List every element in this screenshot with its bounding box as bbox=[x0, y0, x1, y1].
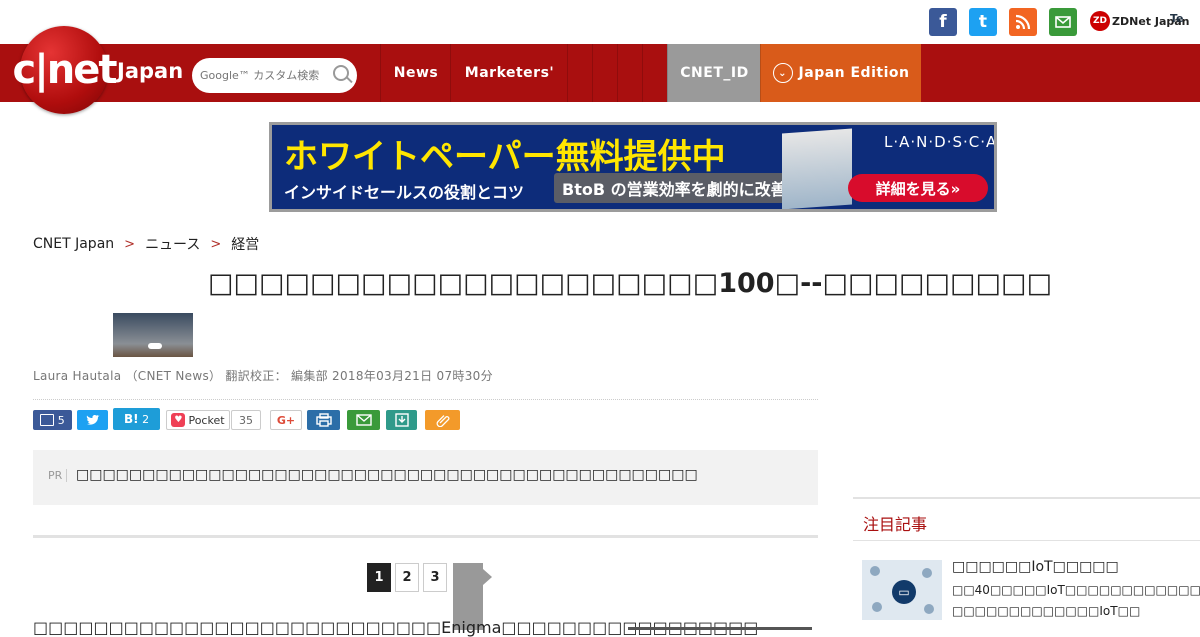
network-node-icon bbox=[922, 568, 932, 578]
breadcrumb: CNET Japan > ニュース > 経営 bbox=[33, 234, 259, 254]
nav-item[interactable] bbox=[617, 44, 643, 102]
page-2[interactable]: 2 bbox=[395, 563, 419, 592]
banner-brand: L·A·N·D·S·C·A·P·E bbox=[884, 133, 997, 151]
facebook-share-count: 5 bbox=[57, 413, 65, 427]
sidebar-thumbnail[interactable]: ▭ bbox=[862, 560, 942, 620]
twitter-icon bbox=[86, 414, 99, 425]
search-input[interactable] bbox=[198, 68, 334, 83]
monitor-icon: ▭ bbox=[892, 580, 916, 604]
author-photo bbox=[113, 313, 193, 357]
print-icon bbox=[315, 413, 332, 427]
facebook-glyph: f bbox=[939, 12, 947, 32]
facebook-share-button[interactable]: 5 bbox=[33, 410, 72, 430]
pr-link[interactable]: □□□□□□□□□□□□□□□□□□□□□□□□□□□□□□□□□□□□□□□□… bbox=[76, 467, 698, 483]
pr-box[interactable]: PR □□□□□□□□□□□□□□□□□□□□□□□□□□□□□□□□□□□□□… bbox=[33, 450, 818, 505]
twitter-glyph: t bbox=[978, 12, 988, 32]
print-button[interactable] bbox=[307, 410, 340, 430]
hatena-icon: B! bbox=[123, 412, 139, 426]
logo-region: Japan bbox=[117, 59, 184, 83]
sidebar-item-title[interactable]: □□□□□□IoT□□□□□ bbox=[952, 559, 1119, 575]
banner-cta-button[interactable]: 詳細を見る» bbox=[848, 174, 988, 202]
ad-banner[interactable]: ホワイトペーパー無料提供中 インサイドセールスの役割とコツ BtoB の営業効率… bbox=[269, 122, 997, 212]
rss-icon[interactable] bbox=[1009, 8, 1037, 36]
divider bbox=[853, 497, 1200, 499]
cnet-logo[interactable]: c|net bbox=[12, 26, 118, 114]
divider bbox=[33, 535, 818, 538]
mail-glyph bbox=[1055, 16, 1071, 28]
save-button[interactable] bbox=[386, 410, 417, 430]
email-share-button[interactable] bbox=[347, 410, 380, 430]
breadcrumb-separator: > bbox=[210, 236, 222, 252]
twitter-share-button[interactable] bbox=[77, 410, 108, 430]
paperclip-icon bbox=[436, 415, 449, 427]
pocket-count: 35 bbox=[231, 410, 261, 430]
nav-item[interactable] bbox=[567, 44, 593, 102]
hatena-bookmark-button[interactable]: B! 2 bbox=[113, 408, 160, 430]
hatena-count: 2 bbox=[142, 412, 150, 426]
search-icon[interactable] bbox=[333, 65, 349, 81]
edition-label: Japan Edition bbox=[798, 65, 910, 81]
logo-text: c|net bbox=[12, 47, 117, 93]
rss-glyph bbox=[1015, 14, 1031, 30]
zdnet-logo-icon: ZD bbox=[1090, 11, 1110, 31]
divider bbox=[33, 399, 818, 400]
twitter-icon[interactable]: t bbox=[969, 8, 997, 36]
top-utility-bar: f t ZD ZDNet Japan Te bbox=[0, 0, 1200, 44]
mail-icon bbox=[355, 414, 372, 426]
nav-cnet-id[interactable]: CNET_ID bbox=[667, 44, 761, 102]
banner-subtitle: インサイドセールスの役割とコツ bbox=[284, 183, 525, 202]
article-byline: Laura Hautala （CNET News） 翻訳校正： 編集部 2018… bbox=[33, 369, 493, 383]
pocket-icon: ♥ bbox=[171, 413, 186, 427]
pr-label: PR bbox=[48, 469, 68, 482]
banner-book-image bbox=[782, 128, 852, 209]
nav-item[interactable] bbox=[642, 44, 668, 102]
breadcrumb-home[interactable]: CNET Japan bbox=[33, 236, 114, 252]
google-plus-button[interactable]: G+ bbox=[270, 410, 302, 430]
network-node-icon bbox=[924, 604, 934, 614]
banner-tagline: BtoB の営業効率を劇的に改善！ bbox=[554, 173, 811, 203]
sidebar-item-desc: □□40□□□□□IoT□□□□□□□□□□□□ bbox=[952, 583, 1200, 597]
divider bbox=[853, 540, 1200, 541]
page-1[interactable]: 1 bbox=[367, 563, 391, 592]
breadcrumb-news[interactable]: ニュース bbox=[145, 234, 200, 254]
search-box bbox=[192, 58, 357, 93]
breadcrumb-category[interactable]: 経営 bbox=[231, 234, 259, 254]
breadcrumb-separator: > bbox=[124, 236, 136, 252]
edition-selector[interactable]: ⌄ Japan Edition bbox=[760, 44, 921, 102]
pocket-label: Pocket bbox=[188, 413, 225, 427]
nav-item[interactable] bbox=[592, 44, 618, 102]
techrepublic-link[interactable]: Te bbox=[1170, 12, 1184, 25]
chevron-down-icon: ⌄ bbox=[772, 63, 793, 83]
pocket-button[interactable]: ♥ Pocket bbox=[166, 410, 230, 430]
nav-marketers[interactable]: Marketers' bbox=[450, 44, 568, 102]
mail-icon[interactable] bbox=[1049, 8, 1077, 36]
banner-headline: ホワイトペーパー無料提供中 bbox=[284, 137, 726, 177]
network-node-icon bbox=[872, 602, 882, 612]
clip-button[interactable] bbox=[425, 410, 460, 430]
network-node-icon bbox=[870, 566, 880, 576]
facebook-icon bbox=[40, 414, 55, 426]
download-icon bbox=[394, 413, 409, 427]
article-title: □□□□□□□□□□□□□□□□□□□□100□--□□□□□□□□□ bbox=[208, 268, 1053, 299]
facebook-icon[interactable]: f bbox=[929, 8, 957, 36]
page-3[interactable]: 3 bbox=[423, 563, 447, 592]
nav-news[interactable]: News bbox=[380, 44, 451, 102]
sidebar-heading: 注目記事 bbox=[863, 515, 928, 534]
sidebar-item-desc: □□□□□□□□□□□□□IoT□□ bbox=[952, 604, 1141, 618]
